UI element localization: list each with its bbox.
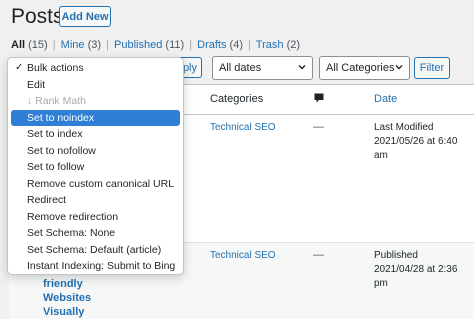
view-drafts-link[interactable]: Drafts: [197, 39, 226, 51]
row-comments: —: [313, 121, 324, 133]
add-new-button[interactable]: Add New: [59, 6, 111, 27]
row-date-status: Last Modified: [374, 122, 434, 133]
view-mine-count: (3): [87, 39, 102, 51]
row-date: Last Modified 2021/05/26 at 6:40 am: [374, 121, 457, 163]
column-categories: Categories: [210, 93, 264, 105]
bulk-action-schema-default[interactable]: Set Schema: Default (article): [11, 242, 180, 259]
row-date-value: 2021/04/28 at 2:36: [374, 264, 458, 275]
chevron-down-icon: [395, 65, 403, 70]
bulk-action-set-nofollow[interactable]: Set to nofollow: [11, 143, 180, 160]
filter-button[interactable]: Filter: [414, 57, 450, 79]
bulk-action-edit[interactable]: Edit: [11, 77, 180, 94]
row-date-time: am: [374, 150, 388, 161]
bulk-action-bulk-actions[interactable]: Bulk actions: [11, 60, 180, 77]
row-date-time: pm: [374, 278, 388, 289]
view-published-link[interactable]: Published: [114, 39, 162, 51]
bulk-action-remove-canonical[interactable]: Remove custom canonical URL: [11, 176, 180, 193]
view-published-count: (11): [165, 39, 185, 51]
bulk-action-rank-math-group: ↓ Rank Math: [27, 95, 86, 107]
row-category-link[interactable]: Technical SEO: [210, 250, 276, 261]
comment-bubble-icon[interactable]: [313, 92, 325, 104]
row-comments: —: [313, 249, 324, 261]
view-drafts-count: (4): [229, 39, 243, 51]
bulk-action-instant-indexing-bing[interactable]: Instant Indexing: Submit to Bing: [11, 258, 180, 275]
page-title: Posts: [11, 5, 64, 28]
row-title-link[interactable]: friendly Websites Visually: [43, 277, 91, 319]
bulk-action-set-index[interactable]: Set to index: [11, 126, 180, 143]
view-trash-count: (2): [286, 39, 301, 51]
post-status-views: All (15) | Mine (3) | Published (11) | D…: [11, 39, 301, 51]
dates-select[interactable]: All dates: [212, 56, 313, 80]
bulk-action-remove-redirection[interactable]: Remove redirection: [11, 209, 180, 226]
view-all-count: (15): [28, 39, 48, 51]
categories-select-value: All Categories: [326, 62, 395, 74]
bulk-action-schema-none[interactable]: Set Schema: None: [11, 225, 180, 242]
bulk-action-set-noindex[interactable]: Set to noindex: [11, 109, 180, 126]
row-date: Published 2021/04/28 at 2:36 pm: [374, 249, 457, 291]
bulk-action-set-follow[interactable]: Set to follow: [11, 159, 180, 176]
dates-select-value: All dates: [219, 62, 262, 74]
view-trash-link[interactable]: Trash: [256, 39, 284, 51]
view-all-label[interactable]: All: [11, 39, 25, 51]
row-category-link[interactable]: Technical SEO: [210, 122, 276, 133]
column-date[interactable]: Date: [374, 93, 397, 105]
chevron-down-icon: [298, 65, 306, 70]
bulk-actions-dropdown[interactable]: Bulk actions Edit ↓ Rank Math Set to noi…: [7, 57, 184, 275]
bulk-action-redirect[interactable]: Redirect: [11, 192, 180, 209]
row-date-status: Published: [374, 250, 418, 261]
categories-select[interactable]: All Categories: [319, 56, 410, 80]
view-mine-link[interactable]: Mine: [61, 39, 85, 51]
row-date-value: 2021/05/26 at 6:40: [374, 136, 458, 147]
